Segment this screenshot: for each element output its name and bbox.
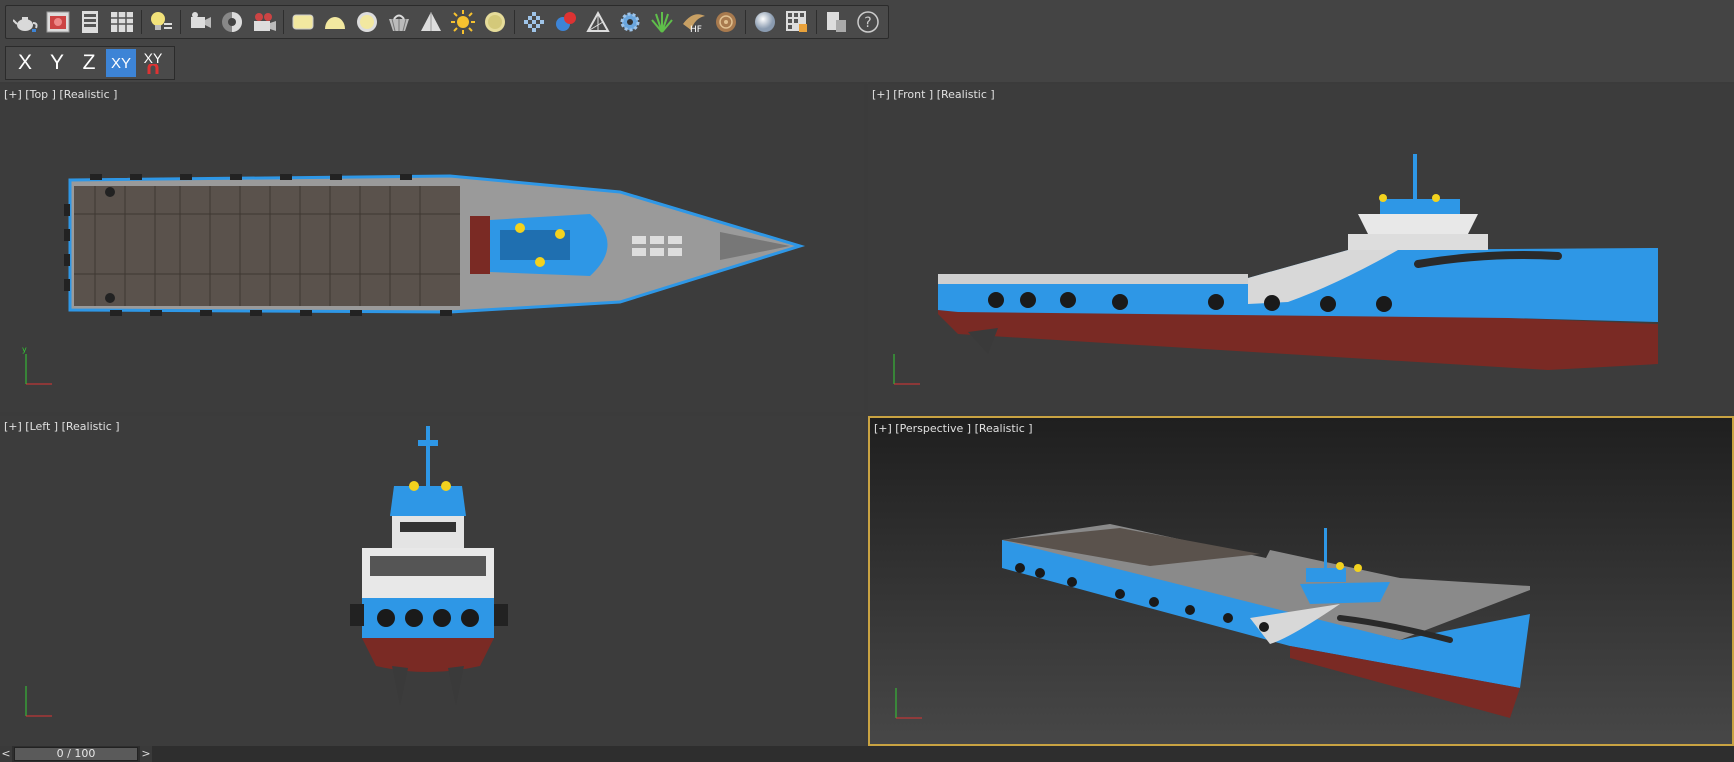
render-setup-icon[interactable] [76,8,104,36]
svg-text:y: y [22,345,27,354]
cone-icon[interactable] [417,8,445,36]
render-message-icon[interactable] [822,8,850,36]
axis-tripod-icon [893,354,920,385]
constrain-z-button[interactable]: Z [74,49,104,77]
toolbar-separator [745,10,746,34]
viewport-left[interactable]: [+] [Left ] [Realistic ] [0,416,864,746]
gear-icon[interactable] [616,8,644,36]
grass-icon[interactable] [648,8,676,36]
sphere-light-icon[interactable] [353,8,381,36]
ship-left-view [25,426,508,717]
constrain-y-button[interactable]: Y [42,49,72,77]
axis-tripod-icon: y [22,345,52,385]
video-camera-icon[interactable] [250,8,278,36]
magnet-icon [147,64,159,74]
fur-icon[interactable] [712,8,740,36]
viewport-front[interactable]: [+] [Front ] [Realistic ] [868,84,1734,412]
axis-tripod-icon [25,686,52,717]
camera-icon[interactable] [186,8,214,36]
ship-front-view [893,154,1658,385]
xy-snap-label: XY [143,50,163,66]
next-frame-button[interactable]: > [140,746,152,762]
grid-icon[interactable] [520,8,548,36]
toolbar-separator [180,10,181,34]
sun-icon[interactable] [449,8,477,36]
dome-icon[interactable] [321,8,349,36]
render-table-icon[interactable] [108,8,136,36]
toolbar-separator [816,10,817,34]
constrain-x-button[interactable]: X [10,49,40,77]
render-toolbar-group: HF ? [5,5,889,39]
shader-ball-icon[interactable] [552,8,580,36]
hf-label: HF [690,25,702,34]
constrain-xy-button[interactable]: XY [106,49,136,77]
light-list-icon[interactable] [147,8,175,36]
time-slider-bar: < 0 / 100 > [0,746,1734,762]
sky-icon[interactable] [218,8,246,36]
toolbar-separator [283,10,284,34]
render-frame-icon[interactable] [44,8,72,36]
axis-constraints-group: X Y Z XY XY [5,46,175,80]
triangle-tool-icon[interactable] [584,8,612,36]
teapot-icon[interactable] [12,8,40,36]
time-slider[interactable]: 0 / 100 [14,747,138,761]
constrain-xy-snap-button[interactable]: XY [138,49,168,77]
axis-constraints-toolbar: X Y Z XY XY [0,44,1734,82]
viewport-perspective[interactable]: [+] [Perspective ] [Realistic ] [868,416,1734,746]
axis-tripod-icon [895,688,922,719]
ship-perspective-view [895,524,1530,719]
toolbar-separator [141,10,142,34]
prev-frame-button[interactable]: < [0,746,12,762]
help-icon[interactable]: ? [854,8,882,36]
disc-icon[interactable] [481,8,509,36]
viewport-top[interactable]: [+] [Top ] [Realistic ] y [0,84,864,412]
sphere-icon[interactable] [751,8,779,36]
basket-icon[interactable] [385,8,413,36]
hf-icon[interactable]: HF [680,8,708,36]
toolbar-separator [514,10,515,34]
main-toolbar: HF ? [0,0,1734,44]
plane-icon[interactable] [289,8,317,36]
help-label: ? [864,15,871,31]
material-editor-icon[interactable] [783,8,811,36]
ship-top-view: y [22,174,806,385]
